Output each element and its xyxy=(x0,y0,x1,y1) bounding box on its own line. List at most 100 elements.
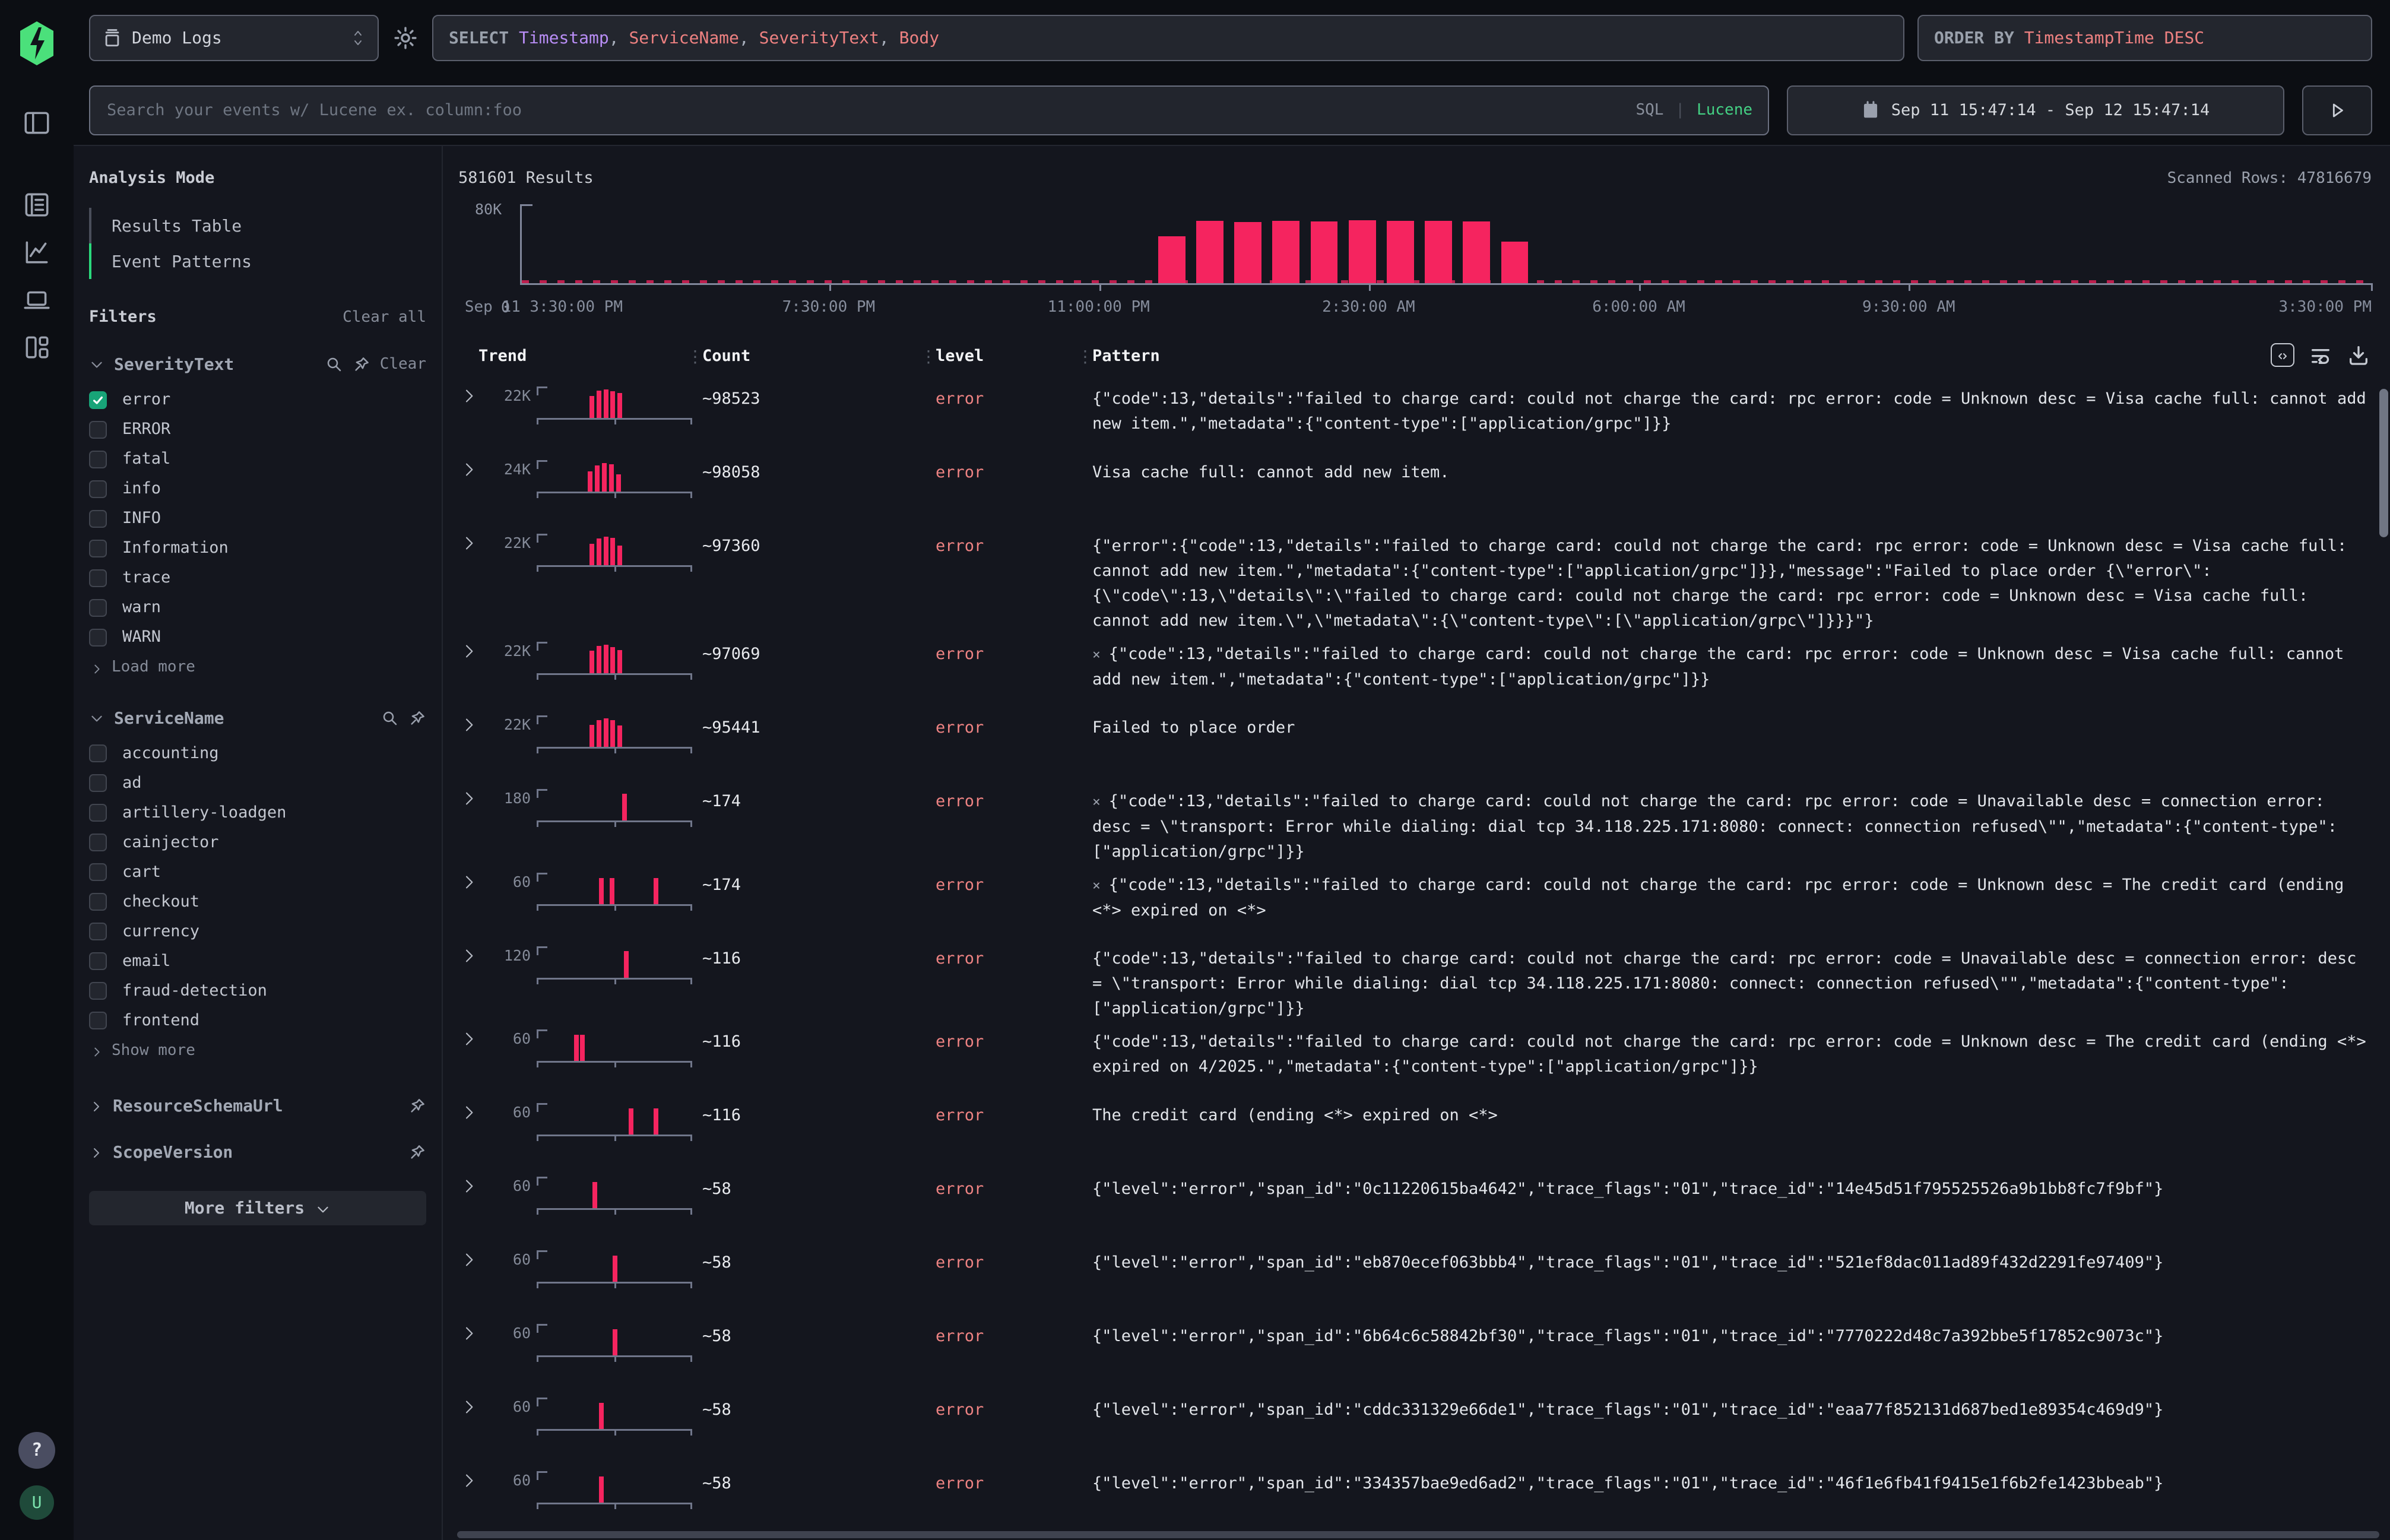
severity-clear-button[interactable]: Clear xyxy=(380,354,426,375)
checkbox[interactable] xyxy=(89,391,107,409)
lang-toggle-lucene[interactable]: Lucene xyxy=(1697,100,1752,121)
histogram-bar[interactable] xyxy=(1196,221,1223,284)
run-query-button[interactable] xyxy=(2302,85,2372,135)
checkbox[interactable] xyxy=(89,893,107,911)
user-avatar[interactable]: U xyxy=(20,1485,54,1520)
histogram-plot[interactable] xyxy=(520,204,2372,285)
pattern-cell[interactable]: Failed to place order xyxy=(1092,711,2372,740)
histogram-bar[interactable] xyxy=(1463,221,1490,284)
filter-item[interactable]: INFO xyxy=(89,504,426,534)
pattern-cell[interactable]: {"level":"error","span_id":"334357bae9ed… xyxy=(1092,1466,2372,1496)
severity-group-header[interactable]: SeverityText Clear xyxy=(89,353,426,376)
filter-item[interactable]: trace xyxy=(89,563,426,593)
row-expand-chevron-icon[interactable] xyxy=(458,1246,489,1277)
load-more-button[interactable]: Load more xyxy=(89,652,426,682)
help-button[interactable]: ? xyxy=(18,1432,55,1469)
filter-item[interactable]: cart xyxy=(89,857,426,887)
checkbox[interactable] xyxy=(89,834,107,851)
filter-item[interactable]: accounting xyxy=(89,739,426,768)
histogram-bar[interactable] xyxy=(1349,220,1376,283)
col-count[interactable]: ⋮Count xyxy=(702,346,936,367)
pattern-cell[interactable]: {"level":"error","span_id":"eb870ecef063… xyxy=(1092,1246,2372,1275)
pattern-row[interactable]: 60~116errorThe credit card (ending <*> e… xyxy=(458,1097,2372,1170)
checkbox[interactable] xyxy=(89,1012,107,1029)
pin-icon[interactable] xyxy=(408,709,426,727)
filter-item[interactable]: fraud-detection xyxy=(89,976,426,1006)
col-level[interactable]: ⋮level xyxy=(936,346,1092,367)
chart-explorer-icon[interactable] xyxy=(22,237,52,267)
horizontal-scrollbar[interactable] xyxy=(457,1531,2379,1538)
pattern-cell[interactable]: × {"code":13,"details":"failed to charge… xyxy=(1092,637,2372,692)
col-trend[interactable]: Trend xyxy=(458,346,702,367)
gear-icon[interactable] xyxy=(392,24,419,52)
pattern-cell[interactable]: {"level":"error","span_id":"6b64c6c58842… xyxy=(1092,1319,2372,1349)
checkbox[interactable] xyxy=(89,540,107,557)
checkbox[interactable] xyxy=(89,863,107,881)
filter-item[interactable]: email xyxy=(89,946,426,976)
pattern-row[interactable]: 60~58error{"level":"error","span_id":"eb… xyxy=(458,1244,2372,1317)
pattern-row[interactable]: 60~58error{"level":"error","span_id":"0c… xyxy=(458,1170,2372,1244)
histogram-bar[interactable] xyxy=(1425,221,1452,284)
search-icon[interactable] xyxy=(381,709,399,727)
search-icon[interactable] xyxy=(325,356,343,373)
pin-icon[interactable] xyxy=(408,1097,426,1115)
search-input[interactable] xyxy=(106,99,1624,122)
show-more-button[interactable]: Show more xyxy=(89,1035,426,1065)
pattern-row[interactable]: 22K~95441errorFailed to place order xyxy=(458,709,2372,782)
row-expand-chevron-icon[interactable] xyxy=(458,711,489,742)
pattern-row[interactable]: 120~116error{"code":13,"details":"failed… xyxy=(458,940,2372,1023)
view-code-icon[interactable] xyxy=(2271,343,2294,367)
select-clause-input[interactable]: SELECT Timestamp, ServiceName, SeverityT… xyxy=(432,15,1904,61)
histogram-bar[interactable] xyxy=(1311,221,1338,284)
pin-icon[interactable] xyxy=(353,356,370,373)
filter-item[interactable]: frontend xyxy=(89,1006,426,1035)
pattern-cell[interactable]: The credit card (ending <*> expired on <… xyxy=(1092,1098,2372,1128)
pattern-row[interactable]: 60~58error{"level":"error","span_id":"cd… xyxy=(458,1391,2372,1465)
row-expand-chevron-icon[interactable] xyxy=(458,942,489,973)
checkbox[interactable] xyxy=(89,451,107,468)
histogram-bar[interactable] xyxy=(1272,221,1299,284)
pattern-row[interactable]: 60~174error× {"code":13,"details":"faile… xyxy=(458,866,2372,940)
scope-version-group[interactable]: ScopeVersion xyxy=(89,1141,426,1164)
filter-item[interactable]: WARN xyxy=(89,623,426,652)
wrap-text-icon[interactable] xyxy=(2309,343,2332,367)
vertical-scrollbar[interactable] xyxy=(2379,389,2388,537)
order-by-input[interactable]: ORDER BY TimestampTime DESC xyxy=(1917,15,2372,61)
row-expand-chevron-icon[interactable] xyxy=(458,529,489,560)
more-filters-button[interactable]: More filters xyxy=(89,1191,426,1225)
row-expand-chevron-icon[interactable] xyxy=(458,1098,489,1130)
pattern-row[interactable]: 60~116error{"code":13,"details":"failed … xyxy=(458,1023,2372,1097)
service-group-header[interactable]: ServiceName xyxy=(89,707,426,730)
pattern-cell[interactable]: × {"code":13,"details":"failed to charge… xyxy=(1092,784,2372,864)
filter-item[interactable]: warn xyxy=(89,593,426,623)
filter-item[interactable]: checkout xyxy=(89,887,426,917)
filter-item[interactable]: info xyxy=(89,474,426,504)
checkbox[interactable] xyxy=(89,480,107,498)
histogram-bar[interactable] xyxy=(1158,236,1186,284)
pattern-row[interactable]: 180~174error× {"code":13,"details":"fail… xyxy=(458,782,2372,866)
row-expand-chevron-icon[interactable] xyxy=(458,455,489,487)
sessions-icon[interactable] xyxy=(22,285,52,315)
pattern-cell[interactable]: {"code":13,"details":"failed to charge c… xyxy=(1092,382,2372,436)
pattern-row[interactable]: 22K~98523error{"code":13,"details":"fail… xyxy=(458,380,2372,454)
row-expand-chevron-icon[interactable] xyxy=(458,1172,489,1203)
row-expand-chevron-icon[interactable] xyxy=(458,868,489,899)
filter-item[interactable]: error xyxy=(89,385,426,415)
col-pattern[interactable]: ⋮Pattern xyxy=(1092,346,2372,367)
row-expand-chevron-icon[interactable] xyxy=(458,1466,489,1498)
row-expand-chevron-icon[interactable] xyxy=(458,1393,489,1424)
pin-icon[interactable] xyxy=(408,1143,426,1161)
checkbox[interactable] xyxy=(89,599,107,617)
checkbox[interactable] xyxy=(89,804,107,822)
pattern-row[interactable]: 24K~98058errorVisa cache full: cannot ad… xyxy=(458,454,2372,527)
filter-item[interactable]: currency xyxy=(89,917,426,946)
histogram-bar[interactable] xyxy=(1387,221,1414,284)
checkbox[interactable] xyxy=(89,923,107,940)
checkbox[interactable] xyxy=(89,774,107,792)
pattern-row[interactable]: 60~58error{"level":"error","span_id":"6b… xyxy=(458,1317,2372,1391)
checkbox[interactable] xyxy=(89,510,107,528)
hyperdx-logo-icon[interactable] xyxy=(18,20,56,66)
histogram-bar[interactable] xyxy=(1501,242,1529,284)
pattern-row[interactable]: 60~58error{"level":"error","span_id":"33… xyxy=(458,1465,2372,1538)
mode-event-patterns[interactable]: Event Patterns xyxy=(89,243,426,279)
